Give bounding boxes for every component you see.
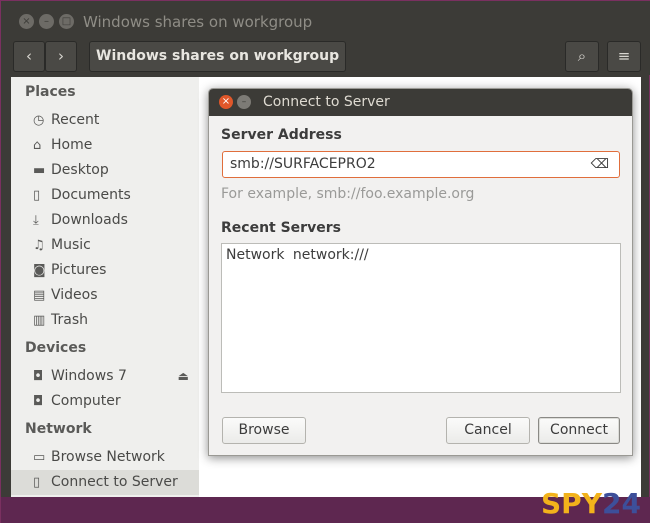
forward-button[interactable]: › — [45, 41, 77, 72]
sidebar-item-downloads[interactable]: ⤓ Downloads — [11, 208, 199, 233]
forward-arrow-icon: › — [58, 47, 64, 65]
clock-icon: ◷ — [33, 113, 45, 128]
hamburger-menu-icon: ≡ — [617, 47, 631, 65]
sidebar-item-computer[interactable]: ◘ Computer — [11, 389, 199, 414]
sidebar-item-label: Windows 7 — [51, 368, 127, 384]
dialog-minimize-button[interactable]: – — [237, 95, 251, 109]
sidebar-item-label: Trash — [51, 312, 88, 328]
watermark-part2: 24 — [601, 487, 641, 520]
dialog-close-button[interactable]: × — [219, 95, 233, 109]
recent-server-name: Network — [226, 247, 285, 263]
network-icon: ▭ — [33, 450, 46, 465]
recent-server-uri: network:/// — [292, 247, 369, 263]
home-icon: ⌂ — [33, 138, 42, 153]
list-item[interactable]: Network network:/// — [226, 247, 369, 263]
download-icon: ⤓ — [33, 213, 39, 228]
toolbar: ‹ › Windows shares on workgroup ⌕ ≡ — [1, 37, 650, 75]
sidebar-item-home[interactable]: ⌂ Home — [11, 133, 199, 158]
browse-button[interactable]: Browse — [222, 417, 306, 444]
eject-icon[interactable]: ⏏ — [178, 364, 189, 389]
sidebar-item-label: Music — [51, 237, 91, 253]
recent-servers-list[interactable]: Network network:/// — [221, 243, 621, 393]
drive-icon: ◘ — [33, 369, 44, 384]
server-address-label: Server Address — [221, 127, 342, 143]
menu-button[interactable]: ≡ — [607, 41, 641, 72]
server-icon: ▯ — [33, 475, 41, 490]
folder-icon: ▬ — [33, 163, 46, 178]
document-icon: ▯ — [33, 188, 41, 203]
devices-header: Devices — [25, 340, 87, 356]
sidebar: Places ◷ Recent ⌂ Home ▬ Desktop ▯ Documents… — [11, 77, 199, 497]
sidebar-item-label: Recent — [51, 112, 100, 128]
window-maximize-button[interactable]: □ — [59, 14, 74, 29]
connect-to-server-dialog: × – Connect to Server Server Address smb… — [208, 88, 633, 456]
back-button[interactable]: ‹ — [13, 41, 45, 72]
sidebar-item-label: Connect to Server — [51, 474, 178, 490]
recent-servers-label: Recent Servers — [221, 220, 341, 236]
cancel-button[interactable]: Cancel — [446, 417, 530, 444]
trash-icon: ▥ — [33, 313, 46, 328]
sidebar-item-label: Desktop — [51, 162, 109, 178]
file-manager-window: × – □ Windows shares on workgroup ‹ › Wi… — [0, 0, 650, 523]
window-title: Windows shares on workgroup — [83, 13, 313, 31]
watermark-part1: SPY — [541, 487, 602, 520]
sidebar-item-label: Home — [51, 137, 93, 153]
dialog-title: Connect to Server — [263, 94, 390, 110]
window-close-button[interactable]: × — [19, 14, 34, 29]
sidebar-item-label: Downloads — [51, 212, 128, 228]
window-minimize-button[interactable]: – — [39, 14, 54, 29]
sidebar-item-pictures[interactable]: ◙ Pictures — [11, 258, 199, 283]
connect-button[interactable]: Connect — [538, 417, 620, 444]
server-address-input[interactable]: smb://SURFACEPRO2 ⌫ — [222, 151, 620, 178]
sidebar-item-desktop[interactable]: ▬ Desktop — [11, 158, 199, 183]
sidebar-item-label: Browse Network — [51, 449, 165, 465]
path-bar-button[interactable]: Windows shares on workgroup — [89, 41, 347, 72]
places-header: Places — [25, 84, 76, 100]
film-icon: ▤ — [33, 288, 46, 303]
server-address-value: smb://SURFACEPRO2 — [230, 156, 376, 172]
music-icon: ♫ — [33, 238, 45, 253]
sidebar-item-trash[interactable]: ▥ Trash — [11, 308, 199, 333]
sidebar-item-browse-network[interactable]: ▭ Browse Network — [11, 445, 199, 470]
sidebar-item-recent[interactable]: ◷ Recent — [11, 108, 199, 133]
sidebar-item-documents[interactable]: ▯ Documents — [11, 183, 199, 208]
sidebar-item-label: Videos — [51, 287, 98, 303]
dialog-title-bar: × – Connect to Server — [209, 89, 632, 116]
drive-icon: ◘ — [33, 394, 44, 409]
camera-icon: ◙ — [33, 263, 46, 278]
sidebar-item-connect-to-server[interactable]: ▯ Connect to Server — [11, 470, 199, 495]
clear-icon[interactable]: ⌫ — [591, 152, 609, 177]
title-bar: × – □ Windows shares on workgroup — [1, 1, 650, 41]
sidebar-item-label: Pictures — [51, 262, 107, 278]
sidebar-item-label: Computer — [51, 393, 121, 409]
sidebar-item-videos[interactable]: ▤ Videos — [11, 283, 199, 308]
network-header: Network — [25, 421, 92, 437]
sidebar-item-music[interactable]: ♫ Music — [11, 233, 199, 258]
address-hint: For example, smb://foo.example.org — [221, 186, 475, 202]
sidebar-item-windows-7[interactable]: ◘ Windows 7 ⏏ — [11, 364, 199, 389]
back-arrow-icon: ‹ — [26, 47, 32, 65]
spy24-watermark-logo: SPY24 — [541, 487, 647, 521]
search-button[interactable]: ⌕ — [565, 41, 599, 72]
sidebar-item-label: Documents — [51, 187, 131, 203]
search-icon: ⌕ — [577, 47, 587, 65]
